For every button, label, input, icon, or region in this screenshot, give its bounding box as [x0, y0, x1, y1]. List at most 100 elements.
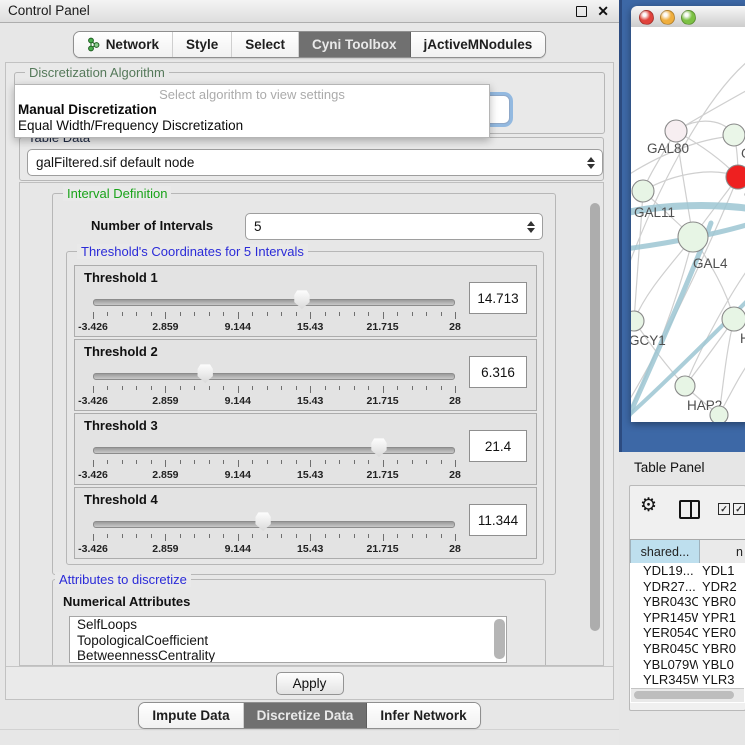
horizontal-scrollbar[interactable]: [631, 688, 744, 702]
network-canvas[interactable]: GAL80GACGAL11GAL4GCY1HHAP2: [631, 27, 745, 422]
tick-mark: [296, 534, 297, 538]
tab-network[interactable]: Network: [74, 32, 173, 57]
edge-curve[interactable]: [643, 172, 738, 191]
attribute-item-betweennesscentrality[interactable]: BetweennessCentrality: [70, 648, 506, 663]
tab-impute-data[interactable]: Impute Data: [139, 703, 243, 728]
tab-discretize-data[interactable]: Discretize Data: [244, 703, 368, 728]
column-header-name[interactable]: n: [700, 540, 745, 563]
table-data-group: Table Data galFiltered.sif default node: [19, 137, 604, 181]
tab-infer-network[interactable]: Infer Network: [367, 703, 479, 728]
tab-cyni-toolbox[interactable]: Cyni Toolbox: [299, 32, 411, 57]
threshold-value-field[interactable]: 6.316: [469, 356, 527, 388]
table-panel: Table Panel ⚙ ✓ ✓ shared... n YDL19...YD…: [619, 452, 745, 745]
node-c[interactable]: [726, 165, 745, 189]
node-gcy1[interactable]: [631, 311, 644, 331]
option-manual-discretization[interactable]: Manual Discretization: [18, 102, 486, 117]
tick-mark: [354, 386, 355, 390]
tick-mark: [122, 460, 123, 464]
tab-jactivemnodules[interactable]: jActiveMNodules: [411, 32, 546, 57]
table-row[interactable]: YBR045CYBR0: [630, 641, 745, 657]
threshold-slider[interactable]: -3.4262.8599.14415.4321.71528: [93, 512, 455, 556]
slider-thumb[interactable]: [371, 438, 387, 457]
tick-mark: [223, 312, 224, 316]
float-window-icon[interactable]: [576, 6, 587, 17]
columns-icon[interactable]: [679, 500, 700, 519]
edge-curve[interactable]: [634, 321, 685, 386]
tick-label: 21.715: [367, 321, 399, 333]
close-traffic-light-icon[interactable]: [639, 10, 654, 25]
node-gal11[interactable]: [632, 180, 654, 202]
attribute-item-selfloops[interactable]: SelfLoops: [70, 617, 506, 633]
tick-label: 21.715: [367, 469, 399, 481]
cell-name: YLR3: [698, 672, 745, 688]
network-view-frame: GAL80GACGAL11GAL4GCY1HHAP2: [619, 0, 745, 452]
node-unlabeled[interactable]: [710, 406, 728, 422]
column-header-shared-name[interactable]: shared...: [630, 540, 700, 563]
threshold-value-field[interactable]: 14.713: [469, 282, 527, 314]
network-window: GAL80GACGAL11GAL4GCY1HHAP2: [631, 6, 745, 422]
threshold-panel-4: Threshold 4-3.4262.8599.14415.4321.71528…: [74, 487, 537, 559]
node-label: GCY1: [631, 333, 666, 348]
tick-label: 9.144: [225, 469, 251, 481]
node-hap2[interactable]: [675, 376, 695, 396]
bottom-tab-bar: Impute DataDiscretize Data Infer Network: [138, 702, 480, 729]
stepper-icon: [586, 157, 595, 169]
tab-style[interactable]: Style: [173, 32, 232, 57]
node-ga[interactable]: [723, 124, 745, 146]
tab-select[interactable]: Select: [232, 32, 299, 57]
slider-thumb[interactable]: [197, 364, 213, 383]
node-gal4[interactable]: [678, 222, 708, 252]
tick-mark: [238, 534, 239, 541]
cell-name: YDR2: [698, 579, 745, 595]
option-equal-width-frequency[interactable]: Equal Width/Frequency Discretization: [18, 118, 486, 133]
tick-label: 28: [449, 395, 461, 407]
table-data-combobox[interactable]: galFiltered.sif default node: [27, 149, 603, 176]
checkbox-icon[interactable]: ✓: [718, 503, 730, 515]
table-row[interactable]: YPR145WYPR1: [630, 610, 745, 626]
tick-mark: [267, 460, 268, 464]
slider-track: [93, 447, 455, 454]
cell-name: YBR0: [698, 594, 745, 610]
interval-definition-group: Interval Definition Number of Intervals …: [52, 193, 556, 575]
scrollbar-thumb[interactable]: [634, 691, 734, 699]
apply-button[interactable]: Apply: [276, 672, 344, 695]
tick-mark: [296, 460, 297, 464]
network-window-titlebar[interactable]: [631, 6, 745, 28]
table-row[interactable]: YER054CYER0: [630, 625, 745, 641]
tick-label: -3.426: [78, 543, 108, 555]
table-row[interactable]: YDL19...YDL1: [630, 563, 745, 579]
node-gal80[interactable]: [665, 120, 687, 142]
node-h[interactable]: [722, 307, 745, 331]
tab-label: Infer Network: [380, 708, 466, 723]
attribute-item-topologicalcoefficient[interactable]: TopologicalCoefficient: [70, 633, 506, 649]
table-row[interactable]: YDR27...YDR2: [630, 579, 745, 595]
pane-scrollbar[interactable]: [590, 203, 600, 631]
tick-mark: [165, 312, 166, 319]
table-row[interactable]: YLR345WYLR3: [630, 672, 745, 688]
threshold-value-field[interactable]: 21.4: [469, 430, 527, 462]
threshold-slider[interactable]: -3.4262.8599.14415.4321.71528: [93, 438, 455, 482]
slider-thumb[interactable]: [255, 512, 271, 531]
tick-mark: [455, 460, 456, 467]
tick-mark: [194, 534, 195, 538]
tick-mark: [397, 386, 398, 390]
tick-label: 2.859: [152, 469, 178, 481]
threshold-slider[interactable]: -3.4262.8599.14415.4321.71528: [93, 290, 455, 334]
number-of-intervals-combobox[interactable]: 5: [245, 213, 543, 240]
threshold-value-field[interactable]: 11.344: [469, 504, 527, 536]
checkbox-icon[interactable]: ✓: [733, 503, 745, 515]
zoom-traffic-light-icon[interactable]: [681, 10, 696, 25]
minimize-traffic-light-icon[interactable]: [660, 10, 675, 25]
tick-mark: [383, 386, 384, 393]
tick-mark: [93, 460, 94, 467]
tick-mark: [122, 534, 123, 538]
table-row[interactable]: YBL079WYBL0: [630, 657, 745, 673]
slider-thumb[interactable]: [294, 290, 310, 309]
threshold-label: Threshold 2: [84, 344, 158, 359]
tick-label: 2.859: [152, 321, 178, 333]
threshold-slider[interactable]: -3.4262.8599.14415.4321.71528: [93, 364, 455, 408]
gear-icon[interactable]: ⚙: [640, 496, 657, 516]
list-scrollbar[interactable]: [494, 619, 505, 659]
table-row[interactable]: YBR043CYBR0: [630, 594, 745, 610]
close-icon[interactable]: ✕: [597, 1, 609, 21]
